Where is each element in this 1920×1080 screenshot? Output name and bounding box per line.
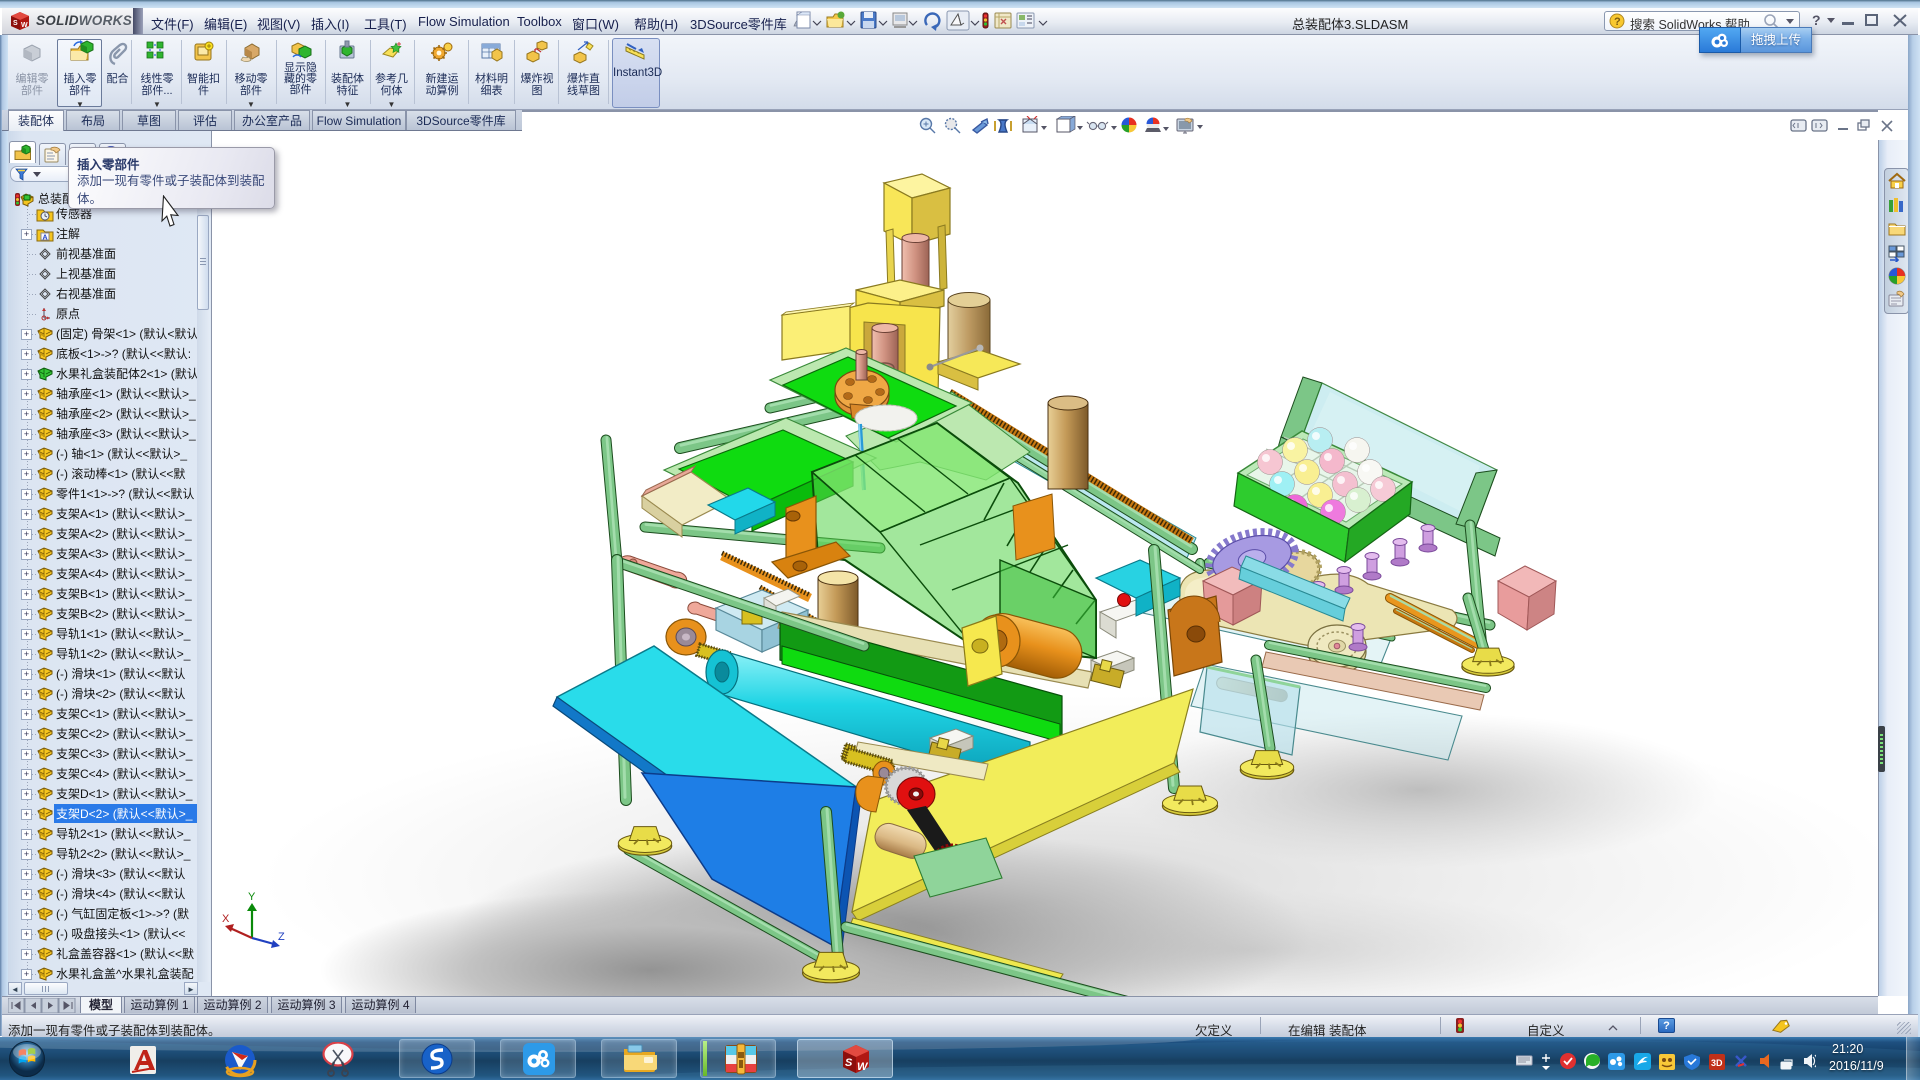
svg-text:Y: Y [248, 891, 256, 903]
svg-text:X: X [222, 913, 230, 925]
svg-text:Z: Z [278, 931, 285, 943]
svg-text:?: ? [1614, 16, 1621, 28]
svg-text:S: S [845, 1057, 853, 1069]
svg-text:W: W [857, 1061, 869, 1073]
svg-text:S: S [13, 20, 18, 27]
svg-text:A: A [43, 235, 48, 242]
svg-text:W: W [21, 22, 28, 29]
svg-text:3D: 3D [1711, 1058, 1723, 1068]
